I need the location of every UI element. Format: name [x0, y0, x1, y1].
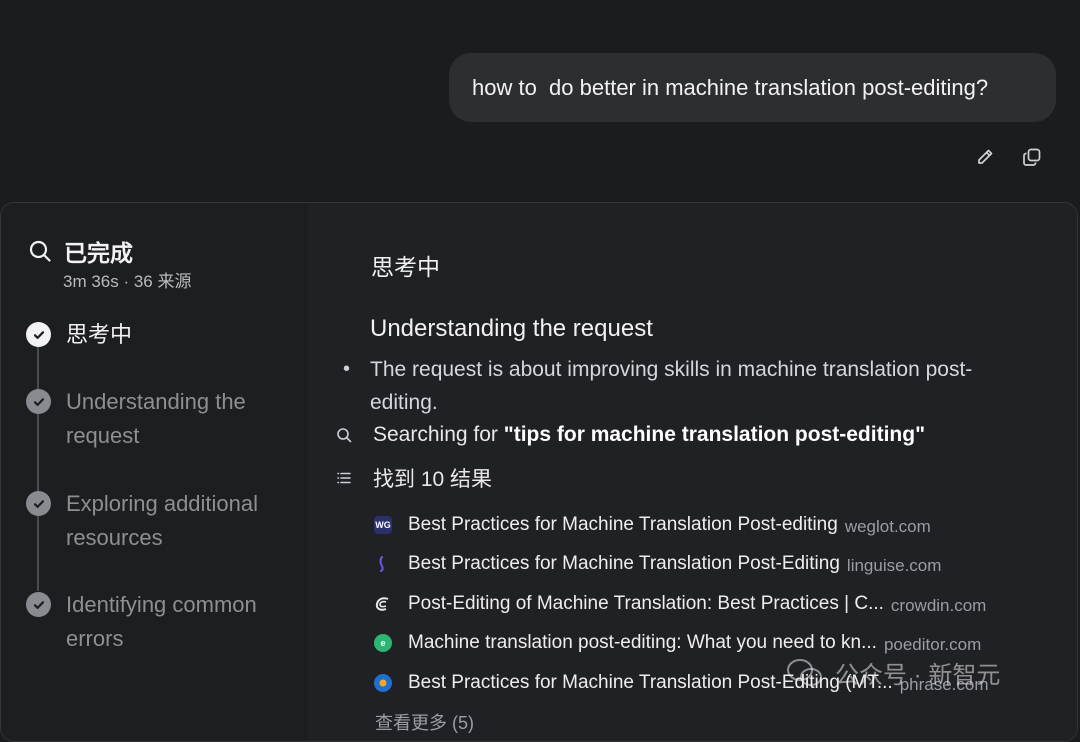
- phrase-favicon-icon: [374, 673, 392, 692]
- result-title: Best Practices for Machine Translation P…: [408, 513, 838, 535]
- linguise-favicon-icon: [374, 555, 392, 573]
- bullet-item: • The request is about improving skills …: [343, 353, 1010, 419]
- step-label: 思考中: [66, 322, 133, 347]
- status-header: 已完成: [28, 234, 133, 268]
- search-query: "tips for machine translation post-editi…: [503, 423, 926, 446]
- sub-heading: Understanding the request: [370, 315, 653, 342]
- check-icon: [26, 592, 51, 617]
- search-step: Searching for "tips for machine translat…: [336, 423, 925, 447]
- section-title: 思考中: [371, 254, 440, 280]
- step-understanding[interactable]: Understanding the request: [26, 385, 286, 453]
- found-text: 找到 10 结果: [373, 468, 493, 491]
- search-icon: [337, 428, 352, 443]
- step-exploring[interactable]: Exploring additional resources: [26, 487, 286, 555]
- result-title: Post-Editing of Machine Translation: Bes…: [408, 592, 884, 614]
- result-domain: poeditor.com: [883, 635, 982, 655]
- bullet-dot: •: [343, 358, 351, 380]
- status-title: 已完成: [64, 240, 133, 266]
- results-count: 找到 10 结果: [336, 463, 492, 493]
- result-item[interactable]: WG Best Practices for Machine Translatio…: [374, 505, 989, 545]
- user-message-bubble: how to do better in machine translation …: [449, 53, 1056, 122]
- result-domain: linguise.com: [846, 556, 942, 576]
- result-domain: crowdin.com: [890, 595, 987, 615]
- step-label: Exploring additional resources: [66, 491, 259, 550]
- poeditor-favicon-icon: e: [374, 634, 392, 653]
- wechat-icon: [787, 658, 822, 686]
- weglot-favicon-icon: WG: [374, 515, 392, 534]
- progress-sidebar: 已完成 3m 36s · 36 来源 思考中 Understanding the…: [1, 203, 308, 741]
- result-title: Machine translation post-editing: What y…: [408, 632, 877, 654]
- watermark: 公众号 · 新智元: [785, 655, 1000, 690]
- copy-icon: [1023, 148, 1041, 166]
- result-item[interactable]: Post-Editing of Machine Translation: Bes…: [374, 584, 989, 624]
- copy-button[interactable]: [1019, 144, 1045, 170]
- search-icon: [29, 240, 51, 262]
- step-identifying[interactable]: Identifying common errors: [26, 588, 286, 656]
- bullet-text: The request is about improving skills in…: [370, 358, 973, 414]
- crowdin-favicon-icon: [374, 595, 392, 613]
- check-icon: [26, 322, 51, 347]
- pencil-icon: [978, 149, 993, 164]
- message-actions: [972, 144, 1045, 170]
- result-item[interactable]: Best Practices for Machine Translation P…: [374, 545, 989, 585]
- watermark-text: 公众号 · 新智元: [835, 662, 1001, 689]
- step-label: Identifying common errors: [66, 592, 257, 651]
- step-thinking[interactable]: 思考中: [26, 318, 286, 352]
- step-label: Understanding the request: [66, 389, 246, 448]
- search-text: Searching for "tips for machine translat…: [373, 423, 925, 447]
- edit-button[interactable]: [972, 144, 998, 170]
- show-more-link[interactable]: 查看更多 (5): [375, 709, 474, 735]
- list-icon: [337, 472, 351, 484]
- result-domain: weglot.com: [844, 516, 931, 536]
- status-meta: 3m 36s · 36 来源: [63, 272, 192, 291]
- check-icon: [26, 389, 51, 414]
- result-title: Best Practices for Machine Translation P…: [408, 553, 840, 575]
- search-prefix: Searching for: [373, 423, 504, 446]
- check-icon: [26, 491, 51, 516]
